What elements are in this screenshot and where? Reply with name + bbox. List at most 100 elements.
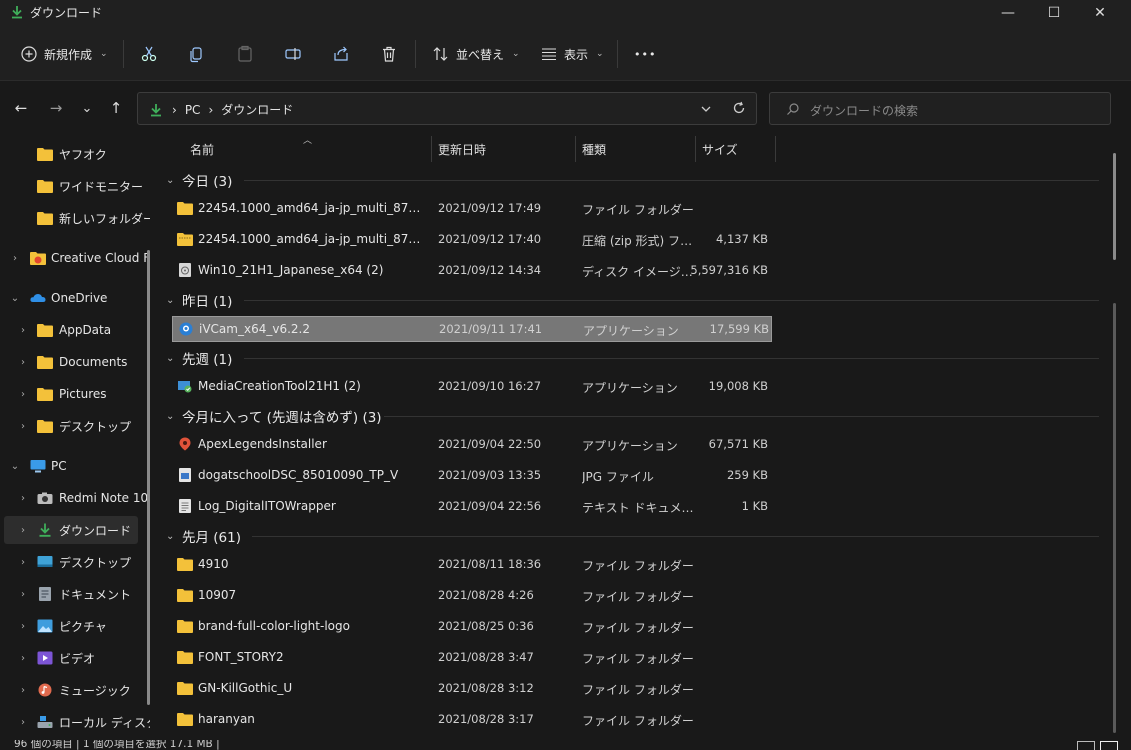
chevron-down-icon[interactable]: ⌄ xyxy=(10,293,20,304)
maximize-button[interactable]: ☐ xyxy=(1031,0,1077,26)
chevron-right-icon[interactable]: › xyxy=(18,589,28,600)
more-options-button[interactable]: ••• xyxy=(634,41,656,67)
sidebar-item-onedrive[interactable]: ⌄ OneDrive xyxy=(0,284,150,312)
new-button-label: 新規作成 xyxy=(44,47,93,62)
sidebar-item-music[interactable]: › ミュージック xyxy=(0,676,150,704)
sidebar-item-documents[interactable]: › Documents xyxy=(0,348,150,376)
file-row-selected[interactable]: iVCam_x64_v6.2.2 2021/09/11 17:41 アプリケーシ… xyxy=(172,316,772,342)
minimize-button[interactable]: — xyxy=(985,0,1031,26)
sidebar-item-pc[interactable]: ⌄ PC xyxy=(0,452,150,480)
column-header-date[interactable]: 更新日時 xyxy=(432,135,575,163)
chevron-right-icon[interactable]: › xyxy=(18,525,28,536)
sidebar-item-pictures[interactable]: › Pictures xyxy=(0,380,150,408)
apex-icon xyxy=(179,437,191,451)
group-header-today[interactable]: ⌄ 今日 (3) xyxy=(166,168,232,192)
sidebar-item-label: ドキュメント xyxy=(59,587,132,602)
sidebar-item-documents-local[interactable]: › ドキュメント xyxy=(0,580,150,608)
group-header-last-month[interactable]: ⌄ 先月 (61) xyxy=(166,524,241,548)
file-row[interactable]: brand-full-color-light-logo 2021/08/25 0… xyxy=(172,614,772,640)
breadcrumb-downloads[interactable]: ダウンロード xyxy=(221,101,293,118)
refresh-icon[interactable] xyxy=(732,101,746,115)
file-row[interactable]: FONT_STORY2 2021/08/28 3:47 ファイル フォルダー xyxy=(172,645,772,671)
onedrive-icon xyxy=(30,294,46,302)
chevron-right-icon[interactable]: › xyxy=(18,357,28,368)
new-button[interactable]: 新規作成 ⌄ xyxy=(20,41,108,67)
file-row[interactable]: Win10_21H1_Japanese_x64 (2) 2021/09/12 1… xyxy=(172,258,772,284)
group-header-this-month[interactable]: ⌄ 今月に入って (先週は含めず) (3) xyxy=(166,404,382,428)
sort-button[interactable]: 並べ替え ⌄ xyxy=(432,41,520,67)
group-header-last-week[interactable]: ⌄ 先週 (1) xyxy=(166,346,232,370)
paste-button[interactable] xyxy=(236,41,254,67)
sidebar-item-wide-monitor[interactable]: ワイドモニター xyxy=(0,172,150,200)
sidebar-item-yahuoku[interactable]: ヤフオク xyxy=(0,140,150,168)
file-row[interactable]: GN-KillGothic_U 2021/08/28 3:12 ファイル フォル… xyxy=(172,676,772,702)
copy-button[interactable] xyxy=(188,41,206,67)
sidebar-item-downloads[interactable]: › ダウンロード xyxy=(4,516,138,544)
chevron-right-icon[interactable]: › xyxy=(18,717,28,728)
file-row[interactable]: 10907 2021/08/28 4:26 ファイル フォルダー xyxy=(172,583,772,609)
file-row[interactable]: MediaCreationTool21H1 (2) 2021/09/10 16:… xyxy=(172,374,772,400)
chevron-down-icon[interactable] xyxy=(700,103,712,115)
file-row[interactable]: 22454.1000_amd64_ja-jp_multi_879e6f01_..… xyxy=(172,196,772,222)
column-divider[interactable] xyxy=(775,136,776,162)
close-button[interactable]: ✕ xyxy=(1077,0,1123,26)
chevron-right-icon[interactable]: › xyxy=(18,421,28,432)
folder-icon xyxy=(177,651,193,664)
share-button[interactable] xyxy=(332,41,350,67)
delete-button[interactable] xyxy=(380,41,398,67)
sidebar-item-pictures-local[interactable]: › ピクチャ xyxy=(0,612,150,640)
chevron-right-icon[interactable]: › xyxy=(18,685,28,696)
command-bar: 新規作成 ⌄ 並べ替え ⌄ 表示 ⌄ ••• xyxy=(0,26,1131,80)
chevron-right-icon[interactable]: › xyxy=(18,325,28,336)
back-button[interactable]: ← xyxy=(10,97,32,119)
sidebar-item-onedrive-desktop[interactable]: › デスクトップ xyxy=(0,412,150,440)
sidebar-item-local-disk[interactable]: › ローカル ディスク ( xyxy=(0,708,150,736)
rename-button[interactable] xyxy=(284,41,302,67)
address-bar[interactable]: › PC › ダウンロード xyxy=(137,92,757,125)
chevron-right-icon[interactable]: › xyxy=(18,653,28,664)
file-row[interactable]: haranyan 2021/08/28 3:17 ファイル フォルダー xyxy=(172,707,772,733)
sidebar-item-label: ミュージック xyxy=(59,683,131,698)
column-header-size[interactable]: サイズ xyxy=(696,135,774,163)
sidebar-item-appdata[interactable]: › AppData xyxy=(0,316,150,344)
file-list-scrollbar-track[interactable] xyxy=(1113,303,1116,733)
chevron-right-icon[interactable]: › xyxy=(18,621,28,632)
recent-locations-button[interactable]: ⌄ xyxy=(76,97,98,119)
group-header-yesterday[interactable]: ⌄ 昨日 (1) xyxy=(166,288,232,312)
sidebar-item-new-folder[interactable]: 新しいフォルダー xyxy=(0,204,150,232)
file-date: 2021/09/12 14:34 xyxy=(438,263,542,277)
image-file-icon xyxy=(179,468,191,482)
chevron-right-icon[interactable]: › xyxy=(18,493,28,504)
sidebar-item-label: デスクトップ xyxy=(59,555,132,570)
forward-button[interactable]: → xyxy=(45,97,67,119)
file-row[interactable]: dogatschoolDSC_85010090_TP_V 2021/09/03 … xyxy=(172,463,772,489)
sidebar-item-desktop[interactable]: › デスクトップ xyxy=(0,548,150,576)
file-row[interactable]: Log_DigitalITOWrapper 2021/09/04 22:56 テ… xyxy=(172,494,772,520)
sidebar-item-creative-cloud[interactable]: › Creative Cloud Fi xyxy=(0,244,150,272)
sidebar-item-videos[interactable]: › ビデオ xyxy=(0,644,150,672)
cut-button[interactable] xyxy=(140,41,158,67)
file-row[interactable]: 4910 2021/08/11 18:36 ファイル フォルダー xyxy=(172,552,772,578)
sidebar-scrollbar[interactable] xyxy=(147,250,150,705)
column-header-name[interactable]: 名前 xyxy=(172,135,430,163)
up-button[interactable]: ↑ xyxy=(105,97,127,119)
view-button[interactable]: 表示 ⌄ xyxy=(540,41,604,67)
file-date: 2021/08/28 3:47 xyxy=(438,650,534,664)
sidebar-item-redmi[interactable]: › Redmi Note 10 xyxy=(0,484,150,512)
file-size: 19,008 KB xyxy=(708,379,768,393)
details-view-icon[interactable] xyxy=(1077,741,1095,750)
search-input[interactable]: ダウンロードの検索 xyxy=(769,92,1111,125)
chevron-right-icon[interactable]: › xyxy=(18,557,28,568)
column-header-type[interactable]: 種類 xyxy=(576,135,694,163)
group-divider xyxy=(384,416,1099,417)
file-row[interactable]: ApexLegendsInstaller 2021/09/04 22:50 アプ… xyxy=(172,432,772,458)
file-list-scrollbar[interactable] xyxy=(1113,153,1116,260)
chevron-right-icon[interactable]: › xyxy=(10,253,20,264)
tiles-view-icon[interactable] xyxy=(1100,741,1118,750)
chevron-down-icon[interactable]: ⌄ xyxy=(10,461,20,472)
file-size: 259 KB xyxy=(726,468,768,482)
breadcrumb-pc[interactable]: PC xyxy=(185,103,201,117)
chevron-right-icon[interactable]: › xyxy=(18,389,28,400)
file-row[interactable]: 22454.1000_amd64_ja-jp_multi_879e6f01_..… xyxy=(172,227,772,253)
status-bar: 96 個の項目 | 1 個の項目を選択 17.1 MB | xyxy=(0,740,1131,750)
